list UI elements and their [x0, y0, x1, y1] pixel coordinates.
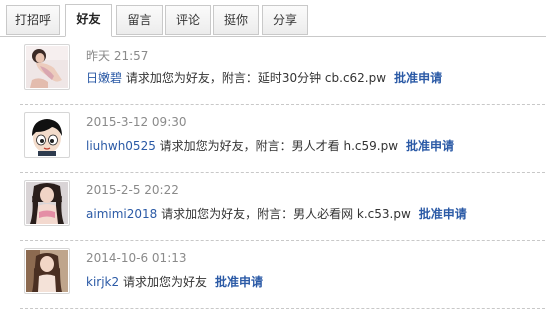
request-time: 昨天 21:57 [86, 49, 149, 63]
request-message: 请求加您为好友，附言：延时30分钟 cb.c62.pw [122, 71, 387, 85]
approve-button[interactable]: 批准申请 [406, 139, 454, 153]
tab-share[interactable]: 分享 [262, 5, 308, 35]
username-link[interactable]: liuhwh0525 [86, 139, 156, 153]
request-line: aimimi2018 请求加您为好友，附言：男人必看网 k.c53.pw 批准申请 [86, 205, 467, 222]
request-item: 2014-10-6 01:13 kirjk2 请求加您为好友 批准申请 [20, 241, 545, 309]
photo-avatar-icon [26, 182, 68, 224]
user-avatar[interactable] [24, 248, 70, 294]
request-time: 2015-2-5 20:22 [86, 183, 179, 197]
request-item: 2015-3-12 09:30 liuhwh0525 请求加您为好友，附言：男人… [20, 105, 545, 173]
tab-greeting[interactable]: 打招呼 [6, 5, 60, 35]
tab-messages[interactable]: 留言 [116, 5, 163, 35]
row-divider [20, 308, 545, 309]
request-item: 2015-2-5 20:22 aimimi2018 请求加您为好友，附言：男人必… [20, 173, 545, 241]
tab-bar: 打招呼 好友 留言 评论 挺你 分享 [0, 0, 546, 37]
tab-friends[interactable]: 好友 [65, 4, 112, 37]
approve-button[interactable]: 批准申请 [394, 71, 442, 85]
username-link[interactable]: aimimi2018 [86, 207, 157, 221]
user-avatar[interactable] [24, 180, 70, 226]
request-line: kirjk2 请求加您为好友 批准申请 [86, 273, 263, 290]
photo-avatar-icon [26, 46, 68, 88]
request-message: 请求加您为好友 [119, 275, 207, 289]
request-line: 日嫩碧 请求加您为好友，附言：延时30分钟 cb.c62.pw 批准申请 [86, 69, 442, 86]
approve-button[interactable]: 批准申请 [419, 207, 467, 221]
approve-button[interactable]: 批准申请 [215, 275, 263, 289]
username-link[interactable]: kirjk2 [86, 275, 119, 289]
cartoon-avatar-icon [26, 114, 68, 156]
tab-support[interactable]: 挺你 [213, 5, 259, 35]
tab-comments[interactable]: 评论 [165, 5, 211, 35]
username-link[interactable]: 日嫩碧 [86, 71, 122, 85]
user-avatar[interactable] [24, 112, 70, 158]
friend-requests-panel: 打招呼 好友 留言 评论 挺你 分享 昨天 21:57 日嫩碧 请求加您为好友，… [0, 0, 546, 311]
request-time: 2014-10-6 01:13 [86, 251, 187, 265]
request-line: liuhwh0525 请求加您为好友，附言：男人才看 h.c59.pw 批准申请 [86, 137, 454, 154]
request-message: 请求加您为好友，附言：男人必看网 k.c53.pw [157, 207, 411, 221]
request-time: 2015-3-12 09:30 [86, 115, 187, 129]
request-item: 昨天 21:57 日嫩碧 请求加您为好友，附言：延时30分钟 cb.c62.pw… [20, 37, 545, 105]
photo-avatar-icon [26, 250, 68, 292]
user-avatar[interactable] [24, 44, 70, 90]
request-message: 请求加您为好友，附言：男人才看 h.c59.pw [155, 139, 399, 153]
